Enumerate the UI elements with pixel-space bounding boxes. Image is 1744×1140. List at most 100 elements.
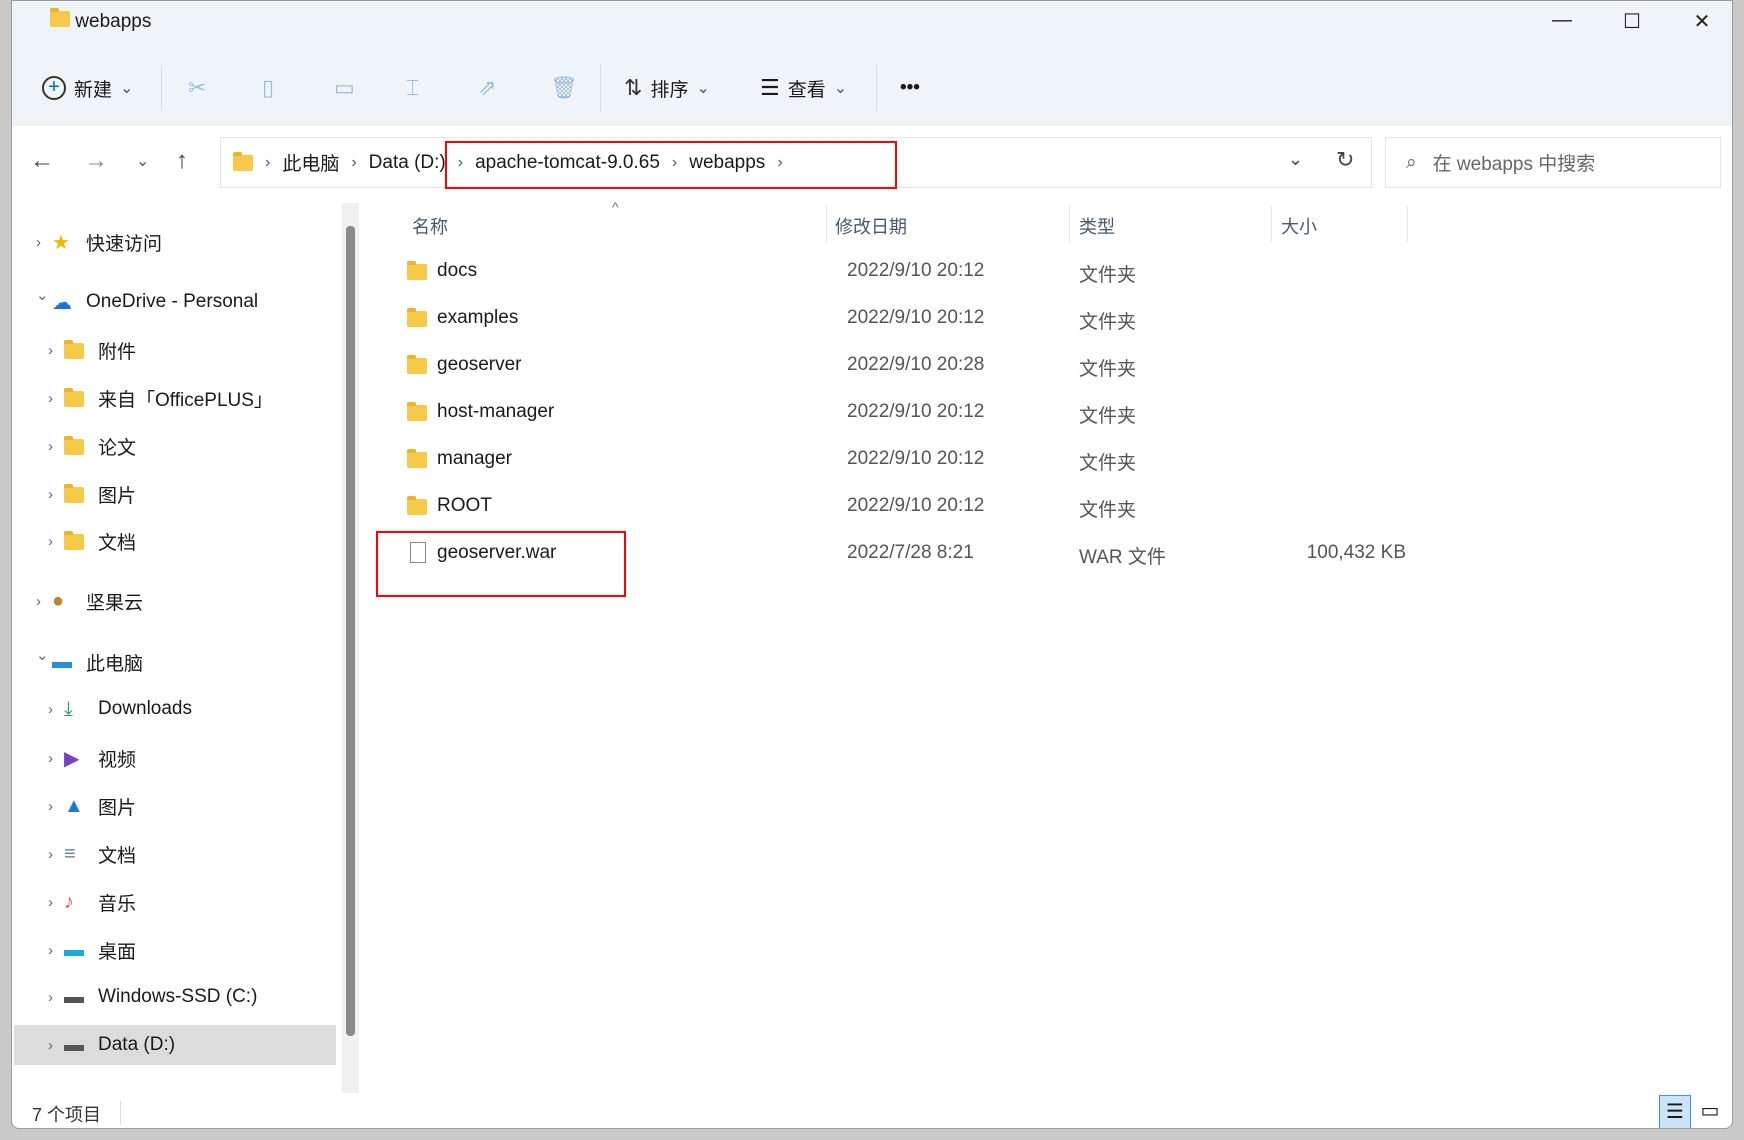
chevron-right-icon[interactable]: › bbox=[48, 1037, 53, 1054]
chevron-right-icon[interactable]: › bbox=[48, 390, 53, 407]
column-divider[interactable] bbox=[1407, 206, 1408, 242]
refresh-icon[interactable]: ↻ bbox=[1336, 147, 1354, 173]
more-button[interactable]: ••• bbox=[900, 71, 920, 105]
new-button[interactable]: + 新建 ⌄ bbox=[42, 71, 133, 105]
sidebar-item[interactable]: › ▬ Data (D:) bbox=[14, 1025, 336, 1065]
video-icon: ▶ bbox=[64, 747, 80, 770]
chevron-right-icon[interactable]: › bbox=[48, 989, 53, 1006]
sidebar-item[interactable]: › ≡ 文档 bbox=[14, 834, 336, 874]
chevron-right-icon[interactable]: › bbox=[48, 486, 53, 503]
column-header-type[interactable]: 类型 bbox=[1079, 211, 1115, 241]
navigation-pane: › ★ 快速访问 ⌄ ☁ OneDrive - Personal › 附件 › 来自「Office… bbox=[12, 203, 340, 1093]
file-row[interactable]: manager 2022/9/10 20:12 文件夹 bbox=[365, 440, 1715, 480]
list-view-icon: ☰ bbox=[1666, 1101, 1684, 1123]
breadcrumb-item[interactable]: Data (D:) bbox=[369, 152, 446, 174]
sidebar-item[interactable]: › ▬ 桌面 bbox=[14, 930, 336, 970]
chevron-right-icon[interactable]: › bbox=[48, 701, 53, 718]
download-icon: ⤓ bbox=[64, 697, 73, 720]
cut-button[interactable]: ✂ bbox=[188, 71, 206, 105]
paste-icon: ▭ bbox=[334, 75, 355, 100]
column-header-size[interactable]: 大小 bbox=[1281, 211, 1317, 241]
address-dropdown-icon[interactable]: ⌄ bbox=[1288, 149, 1303, 170]
file-row[interactable]: geoserver 2022/9/10 20:28 文件夹 bbox=[365, 346, 1715, 386]
chevron-right-icon[interactable]: › bbox=[48, 894, 53, 911]
title-toolbar-area bbox=[12, 1, 1732, 126]
sidebar-item[interactable]: › ▬ Windows-SSD (C:) bbox=[14, 977, 336, 1017]
column-header-date[interactable]: 修改日期 bbox=[835, 211, 907, 241]
file-name: docs bbox=[437, 260, 478, 281]
sidebar-item[interactable]: › 论文 bbox=[14, 426, 336, 466]
chevron-right-icon[interactable]: › bbox=[48, 438, 53, 455]
sidebar-item[interactable]: › 附件 bbox=[14, 330, 336, 370]
file-name: examples bbox=[437, 307, 519, 328]
file-date: 2022/9/10 20:12 bbox=[847, 448, 985, 469]
chevron-right-icon: › bbox=[265, 153, 271, 171]
share-button[interactable]: ⇗ bbox=[478, 71, 496, 105]
chevron-right-icon[interactable]: › bbox=[36, 234, 41, 251]
folder-icon bbox=[64, 436, 84, 455]
breadcrumb-item[interactable]: 此电脑 bbox=[282, 149, 339, 176]
sidebar-item-label: OneDrive - Personal bbox=[86, 291, 259, 312]
column-divider[interactable] bbox=[1069, 206, 1070, 242]
chevron-down-icon: ⌄ bbox=[120, 80, 134, 97]
recent-locations-button[interactable]: ⌄ bbox=[136, 151, 149, 171]
chevron-right-icon[interactable]: › bbox=[48, 533, 53, 550]
folder-icon bbox=[64, 531, 84, 550]
sidebar-item[interactable]: › ★ 快速访问 bbox=[14, 222, 336, 262]
sidebar-item-label: 图片 bbox=[98, 485, 137, 507]
scrollbar-thumb[interactable] bbox=[346, 226, 355, 1036]
highlight-box-path bbox=[445, 141, 897, 189]
sidebar-item[interactable]: › ▶ 视频 bbox=[14, 738, 336, 778]
sidebar-item[interactable]: › 图片 bbox=[14, 474, 336, 514]
folder-icon bbox=[407, 449, 427, 468]
sidebar-item[interactable]: ⌄ ▬ 此电脑 bbox=[14, 642, 336, 682]
file-row[interactable]: examples 2022/9/10 20:12 文件夹 bbox=[365, 299, 1715, 339]
chevron-right-icon[interactable]: › bbox=[48, 846, 53, 863]
folder-icon bbox=[64, 484, 84, 503]
paste-button[interactable]: ▭ bbox=[334, 71, 355, 105]
cloud-icon: ☁ bbox=[52, 291, 72, 314]
chevron-right-icon[interactable]: › bbox=[48, 798, 53, 815]
forward-button[interactable]: → bbox=[84, 147, 108, 175]
sidebar-item[interactable]: › ▲ 图片 bbox=[14, 786, 336, 826]
picture-icon: ▲ bbox=[64, 794, 84, 817]
details-view-button[interactable]: ☰ bbox=[1659, 1095, 1691, 1128]
column-divider[interactable] bbox=[1271, 206, 1272, 242]
file-row[interactable]: host-manager 2022/9/10 20:12 文件夹 bbox=[365, 393, 1715, 433]
file-row[interactable]: ROOT 2022/9/10 20:12 文件夹 bbox=[365, 487, 1715, 527]
sidebar-item[interactable]: › 来自「OfficePLUS」 bbox=[14, 378, 336, 418]
new-label: 新建 bbox=[74, 79, 113, 101]
sort-button[interactable]: ⇅ 排序 ⌄ bbox=[624, 71, 710, 105]
maximize-button[interactable]: ☐ bbox=[1612, 9, 1652, 34]
view-button[interactable]: ☰ 查看 ⌄ bbox=[760, 71, 847, 105]
chevron-down-icon[interactable]: ⌄ bbox=[36, 646, 49, 664]
rename-icon: ⌶ bbox=[406, 75, 420, 100]
plus-circle-icon: + bbox=[42, 76, 66, 100]
copy-button[interactable]: ▯ bbox=[262, 71, 274, 105]
column-header-name[interactable]: 名称 bbox=[412, 211, 448, 241]
column-divider[interactable] bbox=[826, 206, 827, 242]
sort-label: 排序 bbox=[650, 79, 689, 101]
tiles-view-button[interactable]: ▭ bbox=[1695, 1095, 1725, 1128]
sidebar-item-label: 快速访问 bbox=[86, 233, 163, 255]
chevron-right-icon[interactable]: › bbox=[48, 942, 53, 959]
chevron-right-icon[interactable]: › bbox=[36, 593, 41, 610]
chevron-right-icon[interactable]: › bbox=[48, 750, 53, 767]
rename-button[interactable]: ⌶ bbox=[406, 71, 419, 105]
sidebar-item[interactable]: › ⤓ Downloads bbox=[14, 689, 336, 729]
sidebar-item[interactable]: › ♪ 音乐 bbox=[14, 882, 336, 922]
sidebar-item[interactable]: › ● 坚果云 bbox=[14, 581, 336, 621]
view-label: 查看 bbox=[787, 79, 826, 101]
chevron-down-icon[interactable]: ⌄ bbox=[36, 286, 49, 304]
back-button[interactable]: ← bbox=[30, 147, 54, 175]
minimize-button[interactable]: — bbox=[1542, 9, 1582, 32]
sidebar-item[interactable]: › 文档 bbox=[14, 521, 336, 561]
file-row[interactable]: docs 2022/9/10 20:12 文件夹 bbox=[365, 252, 1715, 292]
search-box[interactable]: ⌕ 在 webapps 中搜索 bbox=[1385, 137, 1721, 188]
chevron-right-icon[interactable]: › bbox=[48, 342, 53, 359]
sidebar-item[interactable]: ⌄ ☁ OneDrive - Personal bbox=[14, 282, 336, 322]
file-size: 100,432 KB bbox=[1306, 542, 1406, 563]
close-button[interactable]: ✕ bbox=[1682, 9, 1722, 34]
delete-button[interactable]: 🗑 bbox=[550, 71, 578, 105]
up-button[interactable]: ↑ bbox=[176, 147, 188, 175]
